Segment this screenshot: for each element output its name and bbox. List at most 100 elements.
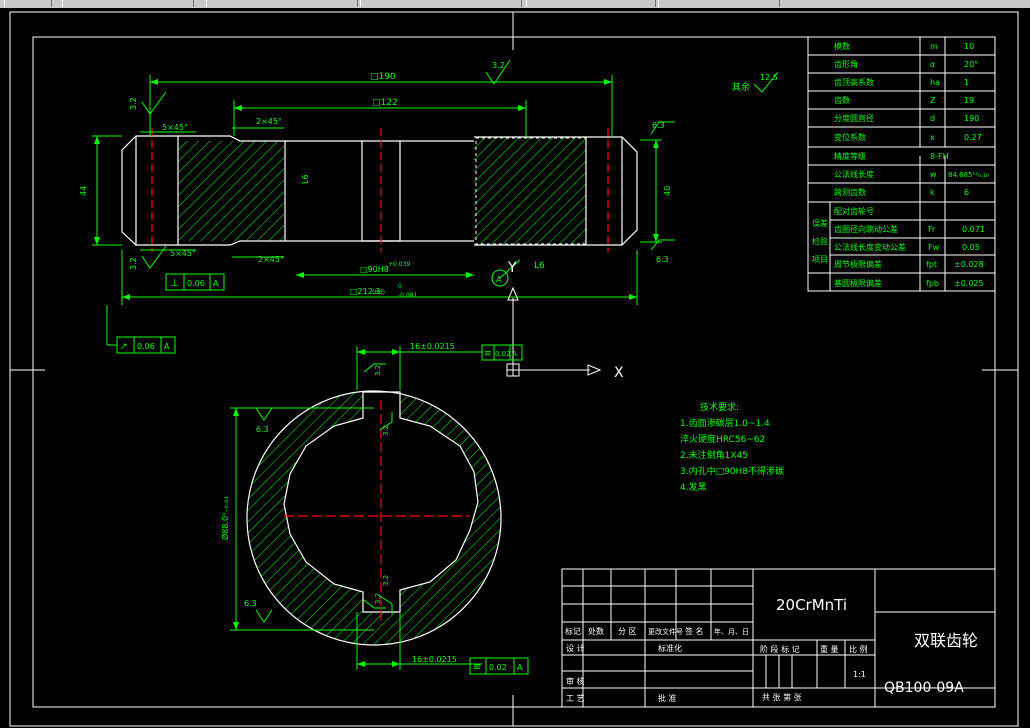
label-l6-datum: L6 [534, 261, 545, 271]
dim-inner-tol: +0.039 [388, 261, 410, 268]
dim-bottom-tol-upper: 0 [398, 283, 402, 290]
param-value: 8-FH [930, 152, 949, 161]
check-value: 0.05 [962, 243, 980, 252]
param-name: 公法线长度 [834, 169, 874, 179]
runout-value: 0.06 [137, 342, 155, 351]
tb-header: 年、月、日 [714, 627, 749, 636]
toolbar-segment[interactable] [360, 0, 522, 7]
param-value: 10 [964, 42, 974, 51]
sym-bottom-value: 0.02 [489, 663, 507, 672]
cad-drawing-canvas[interactable]: □190 □122 □212.3 (Hd) 0 -0.081 □90H8 +0.… [0, 8, 1030, 728]
window-toolbar-strip [0, 0, 1030, 8]
tb-header: 分 区 [618, 627, 637, 636]
check-symbol: Fr [928, 225, 936, 234]
param-symbol: x [930, 133, 935, 142]
param-value: 20° [964, 60, 978, 69]
tb-header: 更改文件号 [648, 627, 683, 636]
tb-material: 20CrMnTi [776, 596, 847, 614]
tb-approve: 批 准 [658, 693, 677, 703]
tech-req-line: 1.齿面渗碳层1.0~1.4 [680, 417, 770, 429]
ucs-y-label: Y [507, 260, 517, 276]
section-roughness-bottom-1: 3.2 [382, 575, 390, 586]
dim-chamfer-bm: 2×45° [258, 255, 284, 264]
param-group-label: 误差 [812, 218, 828, 228]
dim-height-left: 44 [79, 186, 88, 196]
param-symbol: w [930, 170, 937, 179]
tb-part-name: 双联齿轮 [914, 631, 978, 650]
toolbar-segment[interactable] [526, 0, 656, 7]
perp-tolerance-frame: ⊥ 0.06 A [165, 273, 225, 291]
check-value: 0.071 [962, 225, 985, 234]
param-symbol: m [930, 42, 938, 51]
param-symbol: α [930, 60, 935, 69]
tech-req-line: 淬火硬度HRC56~62 [680, 433, 765, 445]
sym-top-datum: A [512, 350, 517, 358]
toolbar-segment[interactable] [206, 0, 358, 7]
tb-sheets: 共 张 第 张 [762, 692, 802, 702]
section-top-dim: 16±0.0215 [410, 342, 455, 351]
check-name: 周节极限偏差 [834, 259, 882, 269]
param-value: 1 [964, 78, 969, 87]
tech-req-line: 4.发黑 [680, 481, 707, 493]
datum-a-label: A [496, 275, 502, 284]
section-roughness-bottom-2: 3.2 [374, 593, 382, 604]
check-name: 基圆极限偏差 [834, 278, 882, 288]
ucs-x-label: X [614, 365, 624, 381]
param-name: 齿数 [834, 95, 850, 105]
roughness-rest-label: 其余 [732, 81, 750, 93]
dim-overall-top: □190 [370, 72, 396, 82]
runout-datum: A [164, 342, 170, 351]
sym-bottom-symbol: ≡ [473, 662, 481, 673]
param-value: 84.685¹²₀.₁₀ [948, 171, 989, 179]
param-symbol: d [930, 114, 935, 123]
param-name: 齿顶高系数 [834, 77, 874, 87]
check-symbol: fpt [926, 260, 937, 269]
sym-top-symbol: ≡ [484, 349, 492, 359]
tb-drawing-no: QB100-09A [884, 680, 964, 696]
dim-height-right: 40 [663, 186, 672, 196]
roughness-right-bottom: 6.3 [656, 255, 669, 264]
param-group-label: 检验 [812, 236, 828, 246]
param-group-label: 项目 [812, 255, 828, 264]
tb-header: 签 名 [685, 626, 704, 636]
toolbar-segment[interactable] [658, 0, 780, 7]
symmetry-frame-top: ≡ 0.02 A [481, 344, 523, 361]
tech-req-line: 2.未注倒角1X45 [680, 449, 748, 461]
param-symbol: ha [930, 78, 940, 87]
perp-symbol: ⊥ [170, 278, 179, 289]
check-name: 公法线长度变动公差 [834, 242, 906, 252]
roughness-left-top: 3.2 [129, 97, 138, 110]
tech-requirements: 技术要求: 1.齿面渗碳层1.0~1.4 淬火硬度HRC56~62 2.未注倒角… [680, 401, 784, 493]
tb-stage-header: 阶 段 标 记 [760, 644, 800, 654]
param-name: 齿形角 [834, 59, 858, 69]
dim-chamfer-bl: 5×45° [170, 249, 196, 258]
tb-row-label: 审 核 [566, 676, 585, 686]
param-name: 配对齿轮号 [834, 206, 874, 216]
runout-tolerance-frame: ↗ 0.06 A [116, 336, 176, 354]
section-bottom-dim: 16±0.0215 [412, 655, 457, 664]
tb-scale: 1:1 [853, 670, 866, 679]
dim-bottom-tol-lower: -0.081 [398, 292, 418, 299]
section-roughness-top-1: 3.2 [374, 365, 382, 376]
roughness-right-top: 6.3 [652, 121, 665, 130]
param-name: 精度等级 [834, 151, 866, 161]
tech-req-title: 技术要求: [700, 401, 739, 413]
param-value: 0.27 [964, 133, 982, 142]
dim-chamfer-tl: 5×45° [162, 123, 188, 132]
hatch-right-gear [474, 137, 586, 245]
section-roughness-top-2: 3.2 [382, 425, 390, 436]
sym-top-value: 0.02 [495, 350, 511, 358]
section-roughness-left-bottom: 6.3 [244, 599, 257, 608]
tb-stage-header: 比 例 [849, 644, 868, 654]
ucs-icon [506, 286, 602, 377]
check-symbol: fpb [926, 279, 939, 288]
tb-header: 处数 [588, 626, 604, 636]
param-name: 跨测齿数 [834, 187, 866, 197]
dim-chamfer-tm: 2×45° [256, 117, 282, 126]
perp-value: 0.06 [187, 279, 205, 288]
toolbar-segment[interactable] [62, 0, 194, 7]
tb-row-label: 工 艺 [566, 694, 585, 703]
tech-req-line: 3.内孔中□90H8不得渗碳 [680, 465, 784, 477]
param-name: 分度圆直径 [834, 113, 874, 123]
toolbar-segment[interactable] [4, 0, 52, 7]
